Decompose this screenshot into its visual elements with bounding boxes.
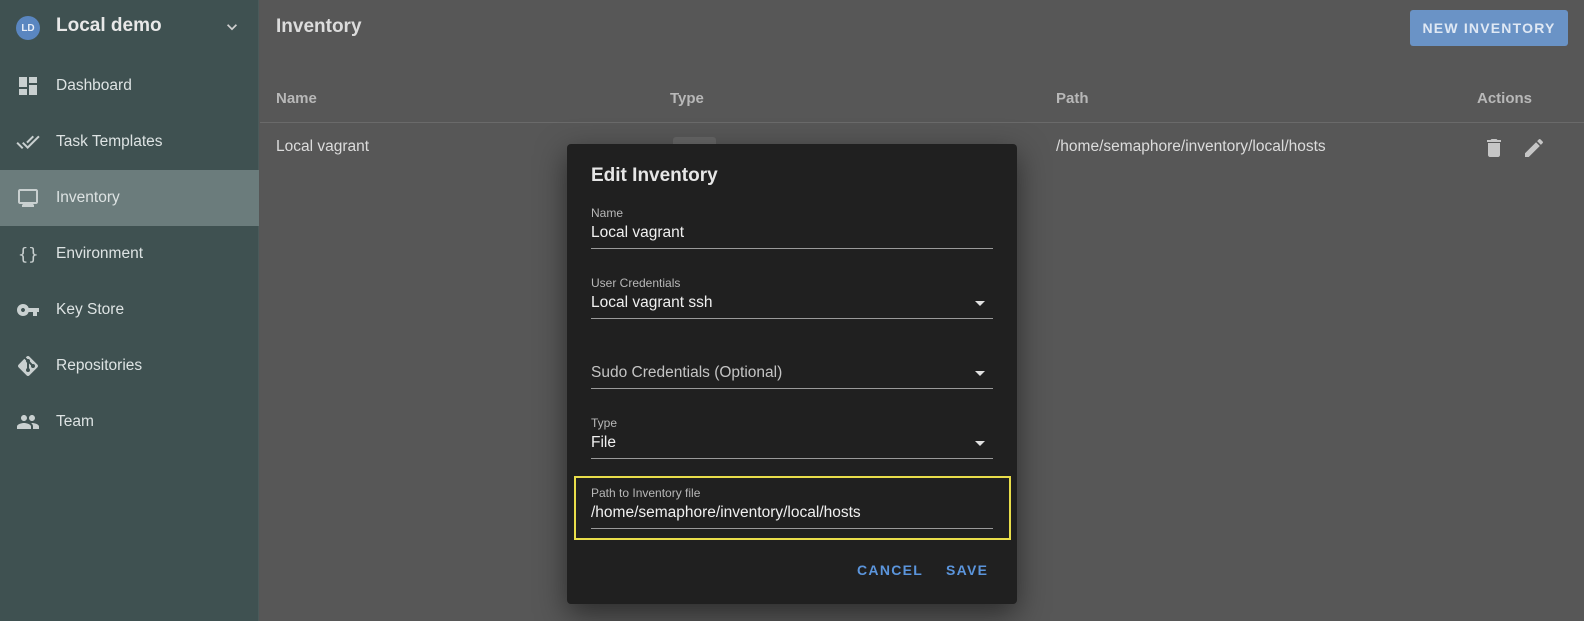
sidebar-item-label: Dashboard — [56, 77, 132, 94]
dropdown-arrow-icon — [975, 371, 985, 376]
dropdown-arrow-icon — [975, 301, 985, 306]
user-credentials-label: User Credentials — [591, 276, 681, 290]
svg-text:{}: {} — [18, 245, 38, 265]
sidebar: LD Local demo Dashboard Task Templates I… — [0, 0, 259, 621]
app: LD Local demo Dashboard Task Templates I… — [0, 0, 1584, 621]
row-path: /home/semaphore/inventory/local/hosts — [1056, 138, 1326, 155]
user-credentials-value: Local vagrant ssh — [591, 294, 713, 311]
sidebar-item-environment[interactable]: {} Environment — [0, 226, 259, 282]
dropdown-arrow-icon — [975, 441, 985, 446]
page-title: Inventory — [276, 16, 362, 37]
sidebar-item-label: Environment — [56, 245, 144, 262]
double-check-icon — [16, 130, 40, 154]
cancel-button[interactable]: CANCEL — [857, 562, 923, 578]
type-label: Type — [591, 416, 618, 430]
name-field-label: Name — [591, 206, 624, 220]
sidebar-item-label: Repositories — [56, 357, 143, 374]
braces-icon: {} — [16, 242, 40, 266]
git-icon — [16, 354, 40, 378]
sidebar-item-task-templates[interactable]: Task Templates — [0, 114, 259, 170]
column-header-actions: Actions — [1477, 90, 1533, 107]
sidebar-item-dashboard[interactable]: Dashboard — [0, 58, 259, 114]
column-header-path[interactable]: Path — [1056, 90, 1089, 107]
path-field-label: Path to Inventory file — [591, 486, 701, 500]
sidebar-item-label: Task Templates — [56, 133, 163, 150]
edit-icon[interactable] — [1522, 136, 1546, 160]
sidebar-nav: Dashboard Task Templates Inventory {} En… — [0, 58, 259, 450]
delete-icon[interactable] — [1482, 136, 1506, 160]
key-icon — [16, 298, 40, 322]
sidebar-item-label: Key Store — [56, 301, 125, 318]
save-button[interactable]: SAVE — [946, 562, 988, 578]
sidebar-item-inventory[interactable]: Inventory — [0, 170, 259, 226]
people-icon — [16, 410, 40, 434]
type-value: File — [591, 434, 616, 451]
sudo-credentials-placeholder: Sudo Credentials (Optional) — [591, 364, 783, 381]
sidebar-item-team[interactable]: Team — [0, 394, 259, 450]
path-field-value: /home/semaphore/inventory/local/hosts — [591, 504, 861, 521]
monitor-icon — [16, 186, 40, 210]
column-header-type[interactable]: Type — [670, 90, 704, 107]
edit-inventory-dialog: Edit Inventory Name Local vagrant User C… — [567, 144, 1017, 604]
dashboard-icon — [16, 74, 40, 98]
project-selector[interactable]: LD Local demo — [0, 0, 259, 56]
sidebar-item-key-store[interactable]: Key Store — [0, 282, 259, 338]
sudo-credentials-select[interactable]: Sudo Credentials (Optional) — [591, 344, 993, 389]
name-field-value: Local vagrant — [591, 224, 685, 241]
chevron-down-icon[interactable] — [222, 17, 242, 37]
sidebar-item-label: Inventory — [56, 189, 120, 206]
new-inventory-button[interactable]: NEW INVENTORY — [1410, 10, 1568, 46]
type-select[interactable]: Type File — [591, 414, 993, 459]
row-name: Local vagrant — [276, 138, 370, 155]
column-header-name[interactable]: Name — [276, 90, 317, 107]
dialog-title: Edit Inventory — [591, 165, 718, 186]
sidebar-item-label: Team — [56, 413, 94, 430]
table-header: Name Type Path Actions — [260, 76, 1584, 123]
path-field[interactable]: Path to Inventory file /home/semaphore/i… — [591, 484, 993, 529]
project-avatar: LD — [16, 16, 40, 40]
sidebar-item-repositories[interactable]: Repositories — [0, 338, 259, 394]
user-credentials-select[interactable]: User Credentials Local vagrant ssh — [591, 274, 993, 319]
project-name: Local demo — [56, 15, 162, 36]
name-field[interactable]: Name Local vagrant — [591, 204, 993, 249]
